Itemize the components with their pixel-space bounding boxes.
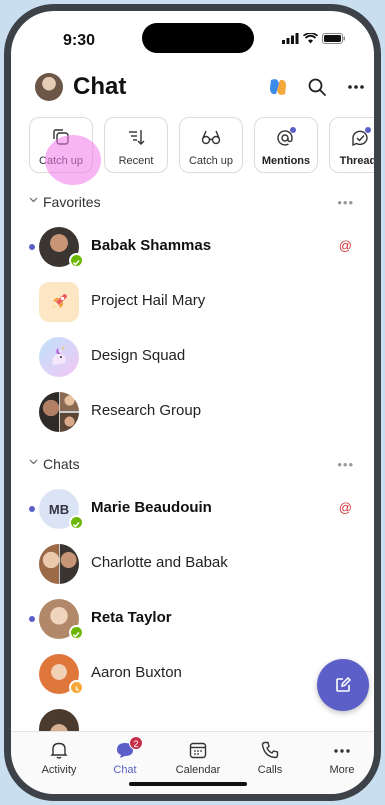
rocket-icon — [39, 282, 79, 322]
filter-mentions[interactable]: Mentions — [254, 117, 318, 173]
chat-row-project-hail-mary[interactable]: Project Hail Mary — [11, 275, 374, 330]
chat-name: Project Hail Mary — [91, 292, 206, 309]
chat-count-badge: 2 — [129, 736, 143, 750]
wifi-icon — [303, 33, 318, 44]
group-avatar — [39, 392, 79, 432]
tab-label: More — [329, 764, 355, 776]
new-chat-button[interactable] — [317, 659, 369, 711]
filter-label: Catch up — [188, 155, 234, 167]
tab-label: Activity — [41, 764, 77, 776]
tab-activity[interactable]: Activity — [27, 740, 91, 784]
chat-name: Reta Taylor — [91, 609, 172, 626]
calendar-icon — [189, 742, 207, 759]
chat-row-partial[interactable] — [11, 702, 374, 732]
chat-row-marie[interactable]: MB Marie Beaudouin @ — [11, 482, 374, 537]
glasses-icon — [201, 130, 221, 145]
chat-name: Aaron Buxton — [91, 664, 182, 681]
chat-row-research-group[interactable]: Research Group — [11, 385, 374, 440]
tab-calendar[interactable]: Calendar — [166, 740, 230, 784]
section-label: Favorites — [43, 194, 101, 210]
unread-dot — [29, 616, 35, 622]
chevron-down-icon — [29, 459, 38, 465]
chat-name: Research Group — [91, 402, 202, 419]
chat-row-reta[interactable]: Reta Taylor — [11, 592, 374, 647]
chat-name: Marie Beaudouin — [91, 499, 212, 516]
chat-name: Design Squad — [91, 347, 186, 364]
chat-row-babak[interactable]: Babak Shammas @ — [11, 220, 374, 275]
filter-threads[interactable]: Threads — [329, 117, 381, 173]
chat-header: Chat — [11, 67, 374, 109]
available-status-badge — [69, 625, 84, 640]
mention-badge: @ — [338, 238, 352, 253]
filter-label: Mentions — [261, 155, 311, 167]
signal-icon — [282, 33, 299, 44]
section-label: Chats — [43, 456, 80, 472]
system-icons — [282, 33, 346, 44]
status-bar: 9:30 — [11, 11, 374, 63]
section-more-icon[interactable]: ••• — [337, 457, 354, 472]
sort-down-icon — [129, 130, 145, 145]
more-icon — [334, 749, 350, 753]
filter-label: Threads — [339, 155, 381, 167]
section-more-icon[interactable]: ••• — [337, 195, 354, 210]
filter-label: Recent — [118, 155, 154, 167]
battery-icon — [322, 33, 345, 44]
chat-row-design-squad[interactable]: Design Squad — [11, 330, 374, 385]
more-options-icon[interactable] — [344, 75, 368, 99]
tap-highlight — [45, 135, 101, 185]
section-chats[interactable]: Chats ••• — [11, 453, 374, 477]
mention-badge: @ — [338, 500, 352, 515]
search-icon[interactable] — [305, 75, 329, 99]
available-status-badge — [69, 515, 84, 530]
section-favorites[interactable]: Favorites ••• — [11, 191, 374, 215]
home-indicator — [129, 782, 247, 786]
threads-icon — [352, 127, 371, 147]
tab-more[interactable]: More — [310, 740, 374, 784]
status-time: 9:30 — [63, 32, 96, 49]
unread-dot — [29, 244, 35, 250]
avatar — [39, 709, 79, 732]
tab-calls[interactable]: Calls — [238, 740, 302, 784]
dynamic-island — [142, 23, 254, 53]
away-status-badge — [69, 680, 84, 695]
profile-avatar[interactable] — [35, 73, 63, 101]
tab-chat[interactable]: 2 Chat — [93, 736, 157, 784]
tab-label: Calls — [257, 764, 283, 776]
group-avatar — [39, 544, 79, 584]
available-status-badge — [69, 253, 84, 268]
copilot-icon[interactable] — [266, 75, 290, 99]
filter-recent[interactable]: Recent — [104, 117, 168, 173]
chat-name: Babak Shammas — [91, 237, 212, 254]
chat-row-charlotte-babak[interactable]: Charlotte and Babak — [11, 537, 374, 592]
filter-catch-up-glasses[interactable]: Catch up — [179, 117, 243, 173]
chat-name: Charlotte and Babak — [91, 554, 228, 571]
phone-icon — [261, 741, 279, 759]
page-title: Chat — [73, 73, 127, 100]
phone-screen: 9:30 Chat Catch up Recent — [4, 4, 381, 801]
at-icon — [277, 127, 296, 146]
bottom-tab-bar: Activity 2 Chat Calendar Calls More — [11, 731, 374, 794]
avatar-initials: MB — [48, 501, 70, 517]
unicorn-icon — [39, 337, 79, 377]
tab-label: Chat — [113, 764, 137, 776]
compose-icon — [336, 676, 352, 692]
chevron-down-icon — [29, 197, 38, 203]
unread-dot — [29, 506, 35, 512]
bell-icon — [50, 742, 68, 759]
tab-label: Calendar — [175, 764, 221, 776]
